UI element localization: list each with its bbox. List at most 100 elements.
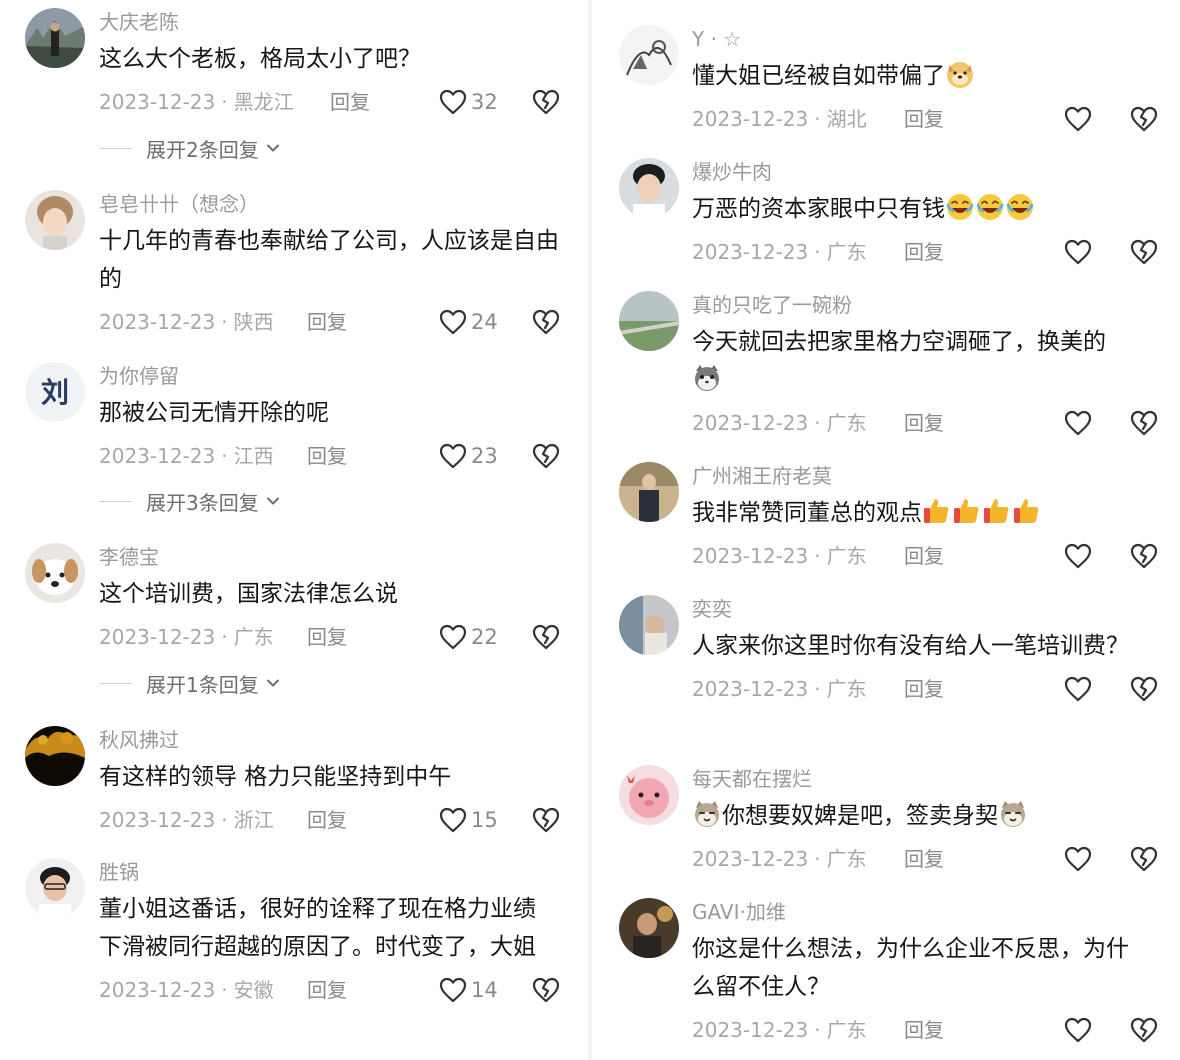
expand-replies-button[interactable]: 展开2条回复 xyxy=(99,133,281,163)
username[interactable]: 秋风拂过 xyxy=(99,726,568,754)
comment-region: 江西 xyxy=(233,444,274,468)
username[interactable]: 奕奕 xyxy=(692,595,1162,623)
username[interactable]: 李德宝 xyxy=(99,543,568,571)
expand-label: 展开3条回复 xyxy=(146,490,259,515)
comment-text: 那被公司无情开除的呢 xyxy=(99,400,329,426)
avatar[interactable] xyxy=(619,898,679,958)
username[interactable]: 爆炒牛肉 xyxy=(692,158,1162,186)
reply-button[interactable]: 回复 xyxy=(307,970,347,1010)
reply-button[interactable]: 回复 xyxy=(307,617,347,657)
username[interactable]: 为你停留 xyxy=(99,362,568,390)
dislike-button[interactable] xyxy=(1130,542,1158,583)
reply-button[interactable]: 回复 xyxy=(904,232,944,272)
username[interactable]: 大庆老陈 xyxy=(99,8,568,36)
meta-separator: · xyxy=(814,240,821,264)
like-button[interactable] xyxy=(1064,542,1092,570)
like-button[interactable]: 15 xyxy=(439,806,498,834)
username[interactable]: GAVI·加维 xyxy=(692,898,1162,926)
avatar[interactable] xyxy=(25,190,85,250)
expand-label: 展开2条回复 xyxy=(146,137,259,162)
avatar[interactable] xyxy=(25,726,85,786)
dislike-button[interactable] xyxy=(1130,675,1158,716)
like-button[interactable]: 32 xyxy=(439,88,498,116)
like-button[interactable] xyxy=(1064,409,1092,437)
dislike-button[interactable] xyxy=(532,806,560,847)
comment-region: 黑龙江 xyxy=(233,90,294,114)
like-count: 23 xyxy=(471,444,498,468)
username[interactable]: 真的只吃了一碗粉 xyxy=(692,291,1162,319)
dislike-button[interactable] xyxy=(1130,105,1158,146)
chevron-down-icon xyxy=(265,675,281,691)
dislike-button[interactable] xyxy=(532,308,560,349)
heart-icon xyxy=(1064,410,1092,436)
comment-list-right[interactable]: Y · ☆ 懂大姐已经被自如带偏了 2023-12-23 · 湖北 回复 爆炒牛肉 … xyxy=(592,0,1180,1060)
comment-date: 2023-12-23 xyxy=(99,444,216,468)
avatar[interactable] xyxy=(619,158,679,218)
reply-button[interactable]: 回复 xyxy=(330,82,370,122)
comment-text: 你这是什么想法，为什么企业不反思，为什么留不住人？ xyxy=(692,936,1129,1000)
like-button[interactable]: 22 xyxy=(439,623,498,651)
expand-replies-button[interactable]: 展开1条回复 xyxy=(99,668,281,698)
comment-meta: 2023-12-23 · 广东 回复 xyxy=(692,232,1162,272)
avatar[interactable] xyxy=(619,765,679,825)
broken-heart-icon xyxy=(1130,675,1158,703)
comment-region: 陕西 xyxy=(233,310,274,334)
doge-emoji-icon xyxy=(945,59,975,89)
like-button[interactable] xyxy=(1064,238,1092,266)
dislike-button[interactable] xyxy=(532,976,560,1017)
reply-button[interactable]: 回复 xyxy=(904,839,944,879)
comment-date: 2023-12-23 xyxy=(692,411,809,435)
dislike-button[interactable] xyxy=(1130,845,1158,886)
expand-replies-button[interactable]: 展开3条回复 xyxy=(99,486,281,516)
like-button[interactable] xyxy=(1064,1016,1092,1044)
meta-separator: · xyxy=(814,544,821,568)
broken-heart-icon xyxy=(1130,409,1158,437)
comment-text: 万恶的资本家眼中只有钱 xyxy=(692,190,1162,228)
reply-button[interactable]: 回复 xyxy=(904,403,944,443)
avatar[interactable] xyxy=(619,25,679,85)
comment-text: 这么大个老板，格局太小了吧？ xyxy=(99,46,421,72)
comment-list-left[interactable]: 大庆老陈 这么大个老板，格局太小了吧？ 2023-12-23 · 黑龙江 回复 32… xyxy=(0,0,588,1060)
broken-heart-icon xyxy=(532,442,560,470)
avatar[interactable] xyxy=(25,858,85,918)
meta-separator: · xyxy=(814,847,821,871)
like-button[interactable] xyxy=(1064,675,1092,703)
avatar[interactable]: 刘 xyxy=(25,362,85,422)
username[interactable]: 广州湘王府老莫 xyxy=(692,462,1162,490)
dislike-button[interactable] xyxy=(532,442,560,483)
heart-icon xyxy=(439,624,467,650)
avatar[interactable] xyxy=(619,462,679,522)
like-button[interactable]: 24 xyxy=(439,308,498,336)
comment-date: 2023-12-23 xyxy=(692,240,809,264)
dislike-button[interactable] xyxy=(532,88,560,129)
reply-button[interactable]: 回复 xyxy=(307,436,347,476)
broken-heart-icon xyxy=(532,806,560,834)
expand-line xyxy=(99,147,132,149)
meta-separator: · xyxy=(814,107,821,131)
like-button[interactable] xyxy=(1064,845,1092,873)
avatar[interactable] xyxy=(25,543,85,603)
username[interactable]: 皂皂卄卄（想念） xyxy=(99,190,568,218)
reply-button[interactable]: 回复 xyxy=(904,1010,944,1050)
username[interactable]: Y · ☆ xyxy=(692,25,1162,53)
like-button[interactable]: 14 xyxy=(439,976,498,1004)
like-button[interactable]: 23 xyxy=(439,442,498,470)
dislike-button[interactable] xyxy=(1130,1016,1158,1057)
reply-button[interactable]: 回复 xyxy=(904,99,944,139)
svg-text:刘: 刘 xyxy=(41,376,69,409)
reply-button[interactable]: 回复 xyxy=(904,669,944,709)
heart-icon xyxy=(1064,239,1092,265)
dislike-button[interactable] xyxy=(532,623,560,664)
avatar[interactable] xyxy=(619,595,679,655)
dislike-button[interactable] xyxy=(1130,238,1158,279)
like-button[interactable] xyxy=(1064,105,1092,133)
reply-button[interactable]: 回复 xyxy=(904,536,944,576)
avatar[interactable] xyxy=(25,8,85,68)
comment-region: 广东 xyxy=(826,1018,867,1042)
avatar[interactable] xyxy=(619,291,679,351)
reply-button[interactable]: 回复 xyxy=(307,800,347,840)
dislike-button[interactable] xyxy=(1130,409,1158,450)
reply-button[interactable]: 回复 xyxy=(307,302,347,342)
username[interactable]: 每天都在摆烂 xyxy=(692,765,1162,793)
username[interactable]: 胜锅 xyxy=(99,858,568,886)
